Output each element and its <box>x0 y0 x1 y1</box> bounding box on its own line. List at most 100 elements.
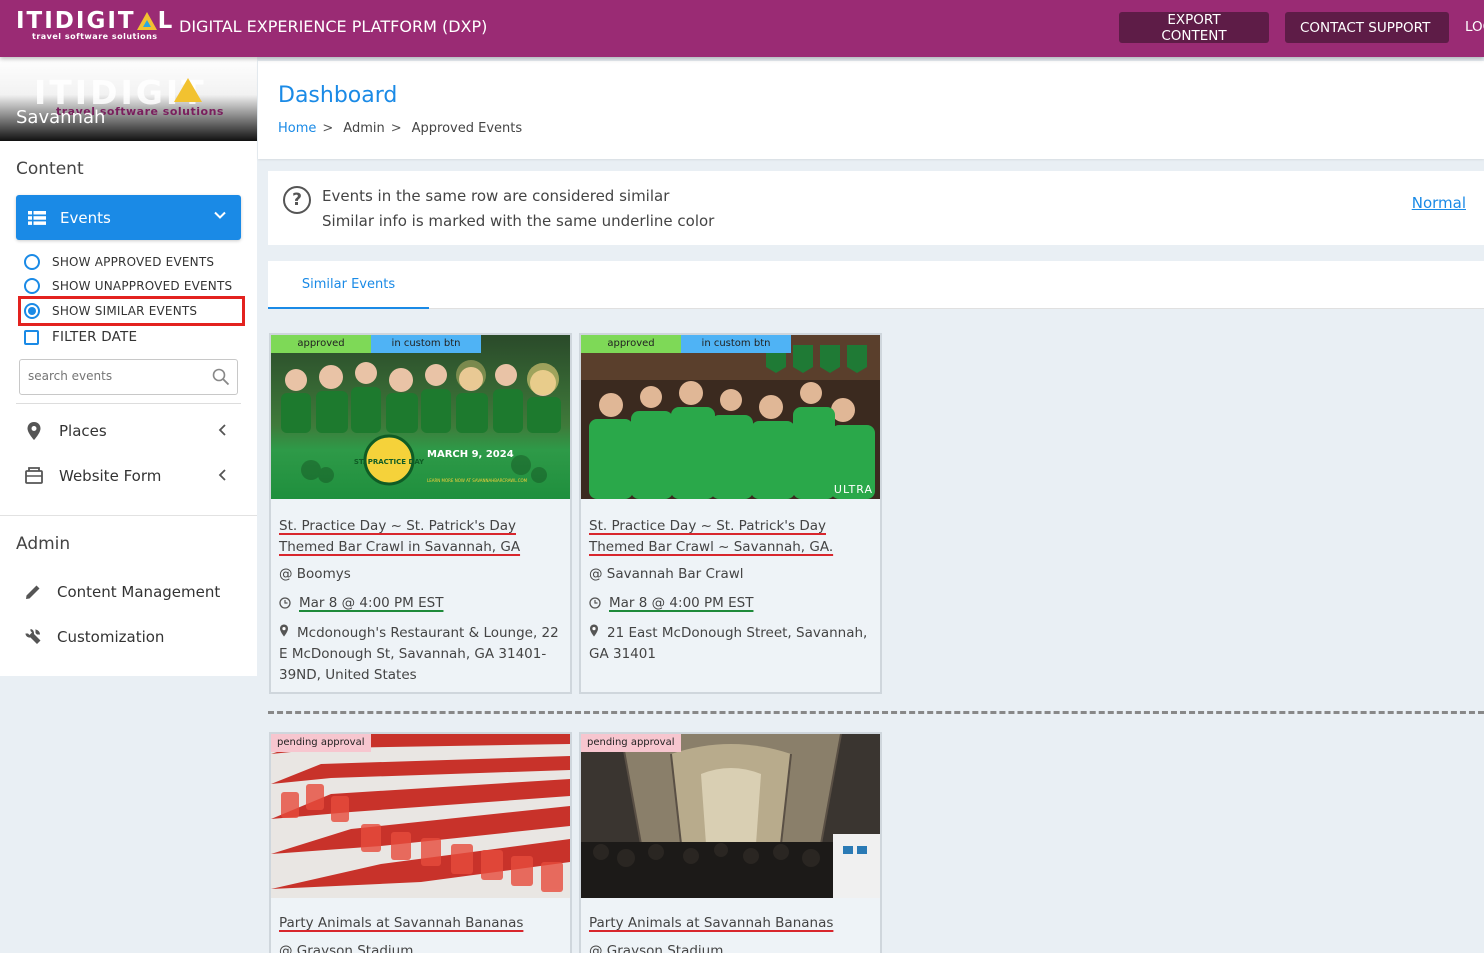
poster-logo-text: ST. PRACTICE DAY <box>354 458 425 466</box>
nav-website-form[interactable]: Website Form <box>24 466 226 486</box>
logo-triangle-icon <box>136 12 157 30</box>
similar-row-divider <box>268 711 1484 714</box>
event-card[interactable]: ST. PRACTICE DAY MARCH 9, 2024 LEARN MOR… <box>269 333 572 694</box>
breadcrumb: Home > Admin > Approved Events <box>278 121 522 136</box>
clock-icon <box>589 597 601 609</box>
filter-date-label: FILTER DATE <box>52 329 138 345</box>
event-image: ULTRA approved in custom btn <box>581 335 880 499</box>
chevron-left-icon <box>218 424 226 436</box>
logo-tagline: travel software solutions <box>32 32 158 41</box>
info-line-2: Similar info is marked with the same und… <box>322 212 715 230</box>
event-venue: @ Boomys <box>279 566 351 582</box>
location-pin-icon <box>590 624 598 637</box>
event-photo-crowd: ST. PRACTICE DAY MARCH 9, 2024 LEARN MOR… <box>271 335 570 499</box>
tab-similar-events[interactable]: Similar Events <box>268 261 429 309</box>
admin-section-label: Admin <box>16 534 71 554</box>
nav-content-management-label: Content Management <box>57 583 221 601</box>
sidebar-divider <box>16 403 241 404</box>
nav-customization[interactable]: Customization <box>24 628 164 646</box>
event-photo-stadium-seats <box>271 734 570 898</box>
event-image: pending approval <box>271 734 570 898</box>
page-header: Dashboard Home > Admin > Approved Events <box>258 61 1484 159</box>
annotation-highlight-box <box>18 296 245 326</box>
brand-logo[interactable]: ITIDIGIT L travel software solutions <box>16 8 174 41</box>
filter-date-checkbox[interactable]: FILTER DATE <box>24 329 137 345</box>
nav-places-label: Places <box>59 422 107 440</box>
nav-website-form-label: Website Form <box>59 467 162 485</box>
normal-view-link[interactable]: Normal <box>1412 194 1466 212</box>
export-content-button[interactable]: EXPORT CONTENT <box>1119 12 1269 44</box>
info-line-1: Events in the same row are considered si… <box>322 187 670 205</box>
location-pin-icon <box>280 624 288 637</box>
page-title: Dashboard <box>278 83 398 108</box>
event-title-text[interactable]: Party Animals at Savannah Bananas <box>279 915 523 931</box>
content-section-label: Content <box>16 159 84 179</box>
sidebar-section-divider <box>0 515 257 516</box>
city-name: Savannah <box>16 107 106 128</box>
nav-content-management[interactable]: Content Management <box>24 583 220 601</box>
event-address: Mcdonough's Restaurant & Lounge, 22 E Mc… <box>279 623 567 686</box>
event-card[interactable]: ULTRA approved in custom btn St. Practic… <box>579 333 882 694</box>
status-badge: approved <box>581 335 681 353</box>
event-venue: @ Grayson Stadium <box>279 943 414 953</box>
event-date: Mar 8 @ 4:00 PM EST <box>279 595 443 611</box>
contact-support-button[interactable]: CONTACT SUPPORT <box>1285 12 1449 43</box>
show-unapproved-label: SHOW UNAPPROVED EVENTS <box>52 279 233 293</box>
event-date: Mar 8 @ 4:00 PM EST <box>589 595 753 611</box>
event-title[interactable]: Party Animals at Savannah Bananas <box>589 913 874 934</box>
search-input[interactable] <box>28 369 208 383</box>
show-approved-radio[interactable]: SHOW APPROVED EVENTS <box>24 254 214 270</box>
show-approved-label: SHOW APPROVED EVENTS <box>52 255 215 269</box>
pencil-icon <box>26 585 40 599</box>
events-menu-button[interactable]: Events <box>16 195 241 240</box>
status-badge: pending approval <box>271 734 371 752</box>
event-title[interactable]: St. Practice Day ~ St. Patrick's Day The… <box>279 516 564 558</box>
clock-icon <box>279 597 291 609</box>
photo-watermark: ULTRA <box>834 483 873 496</box>
event-address-text: 21 East McDonough Street, Savannah, GA 3… <box>589 625 868 662</box>
logo-wordmark: ITIDIGIT L <box>16 8 175 34</box>
event-address-text: Mcdonough's Restaurant & Lounge, 22 E Mc… <box>279 625 559 683</box>
list-icon <box>28 210 46 225</box>
event-title-text[interactable]: St. Practice Day ~ St. Patrick's Day The… <box>279 518 520 555</box>
event-title-text[interactable]: Party Animals at Savannah Bananas <box>589 915 833 931</box>
app-title: DIGITAL EXPERIENCE PLATFORM (DXP) <box>179 17 488 36</box>
event-title-text[interactable]: St. Practice Day ~ St. Patrick's Day The… <box>589 518 833 555</box>
sidebar-header: ITIDIGIT travel software solutions Savan… <box>0 57 257 141</box>
event-address: 21 East McDonough Street, Savannah, GA 3… <box>589 623 877 665</box>
event-card[interactable]: pending approval Party Animals at Savann… <box>269 732 572 953</box>
logout-button[interactable]: LOGOUT <box>1465 19 1484 35</box>
breadcrumb-separator-icon: > <box>390 121 402 136</box>
event-venue: @ Grayson Stadium <box>589 943 724 953</box>
location-pin-icon <box>27 422 41 440</box>
poster-date-text: MARCH 9, 2024 <box>427 449 514 460</box>
search-events-field[interactable] <box>19 359 238 395</box>
breadcrumb-admin[interactable]: Admin <box>343 121 384 136</box>
poster-subtext: LEARN MORE NOW AT SAVANNAHBARCRAWL.COM <box>427 478 528 483</box>
event-title[interactable]: Party Animals at Savannah Bananas <box>279 913 564 934</box>
event-card[interactable]: pending approval Party Animals at Savann… <box>579 732 882 953</box>
events-menu-label: Events <box>60 208 111 227</box>
show-unapproved-radio[interactable]: SHOW UNAPPROVED EVENTS <box>24 278 232 294</box>
event-date-text: Mar 8 @ 4:00 PM EST <box>609 595 754 611</box>
breadcrumb-current: Approved Events <box>411 121 523 136</box>
search-icon <box>212 368 230 386</box>
event-photo-bar: ULTRA <box>581 335 880 499</box>
radio-unchecked-icon <box>24 254 40 270</box>
sidebar-logo-triangle-icon <box>174 78 202 102</box>
help-icon: ? <box>283 186 311 214</box>
chevron-left-icon <box>218 469 226 481</box>
radio-unchecked-icon <box>24 278 40 294</box>
chevron-down-icon <box>214 211 226 219</box>
similar-info-card: ? Events in the same row are considered … <box>268 171 1484 245</box>
breadcrumb-home-link[interactable]: Home <box>278 121 316 136</box>
custom-badge: in custom btn <box>681 335 791 353</box>
status-badge: approved <box>271 335 371 353</box>
event-image: pending approval <box>581 734 880 898</box>
breadcrumb-separator-icon: > <box>322 121 334 136</box>
sidebar: ITIDIGIT travel software solutions Savan… <box>0 57 257 676</box>
form-icon <box>25 467 43 484</box>
nav-places[interactable]: Places <box>24 421 226 441</box>
event-title[interactable]: St. Practice Day ~ St. Patrick's Day The… <box>589 516 874 558</box>
checkbox-icon <box>24 329 39 345</box>
